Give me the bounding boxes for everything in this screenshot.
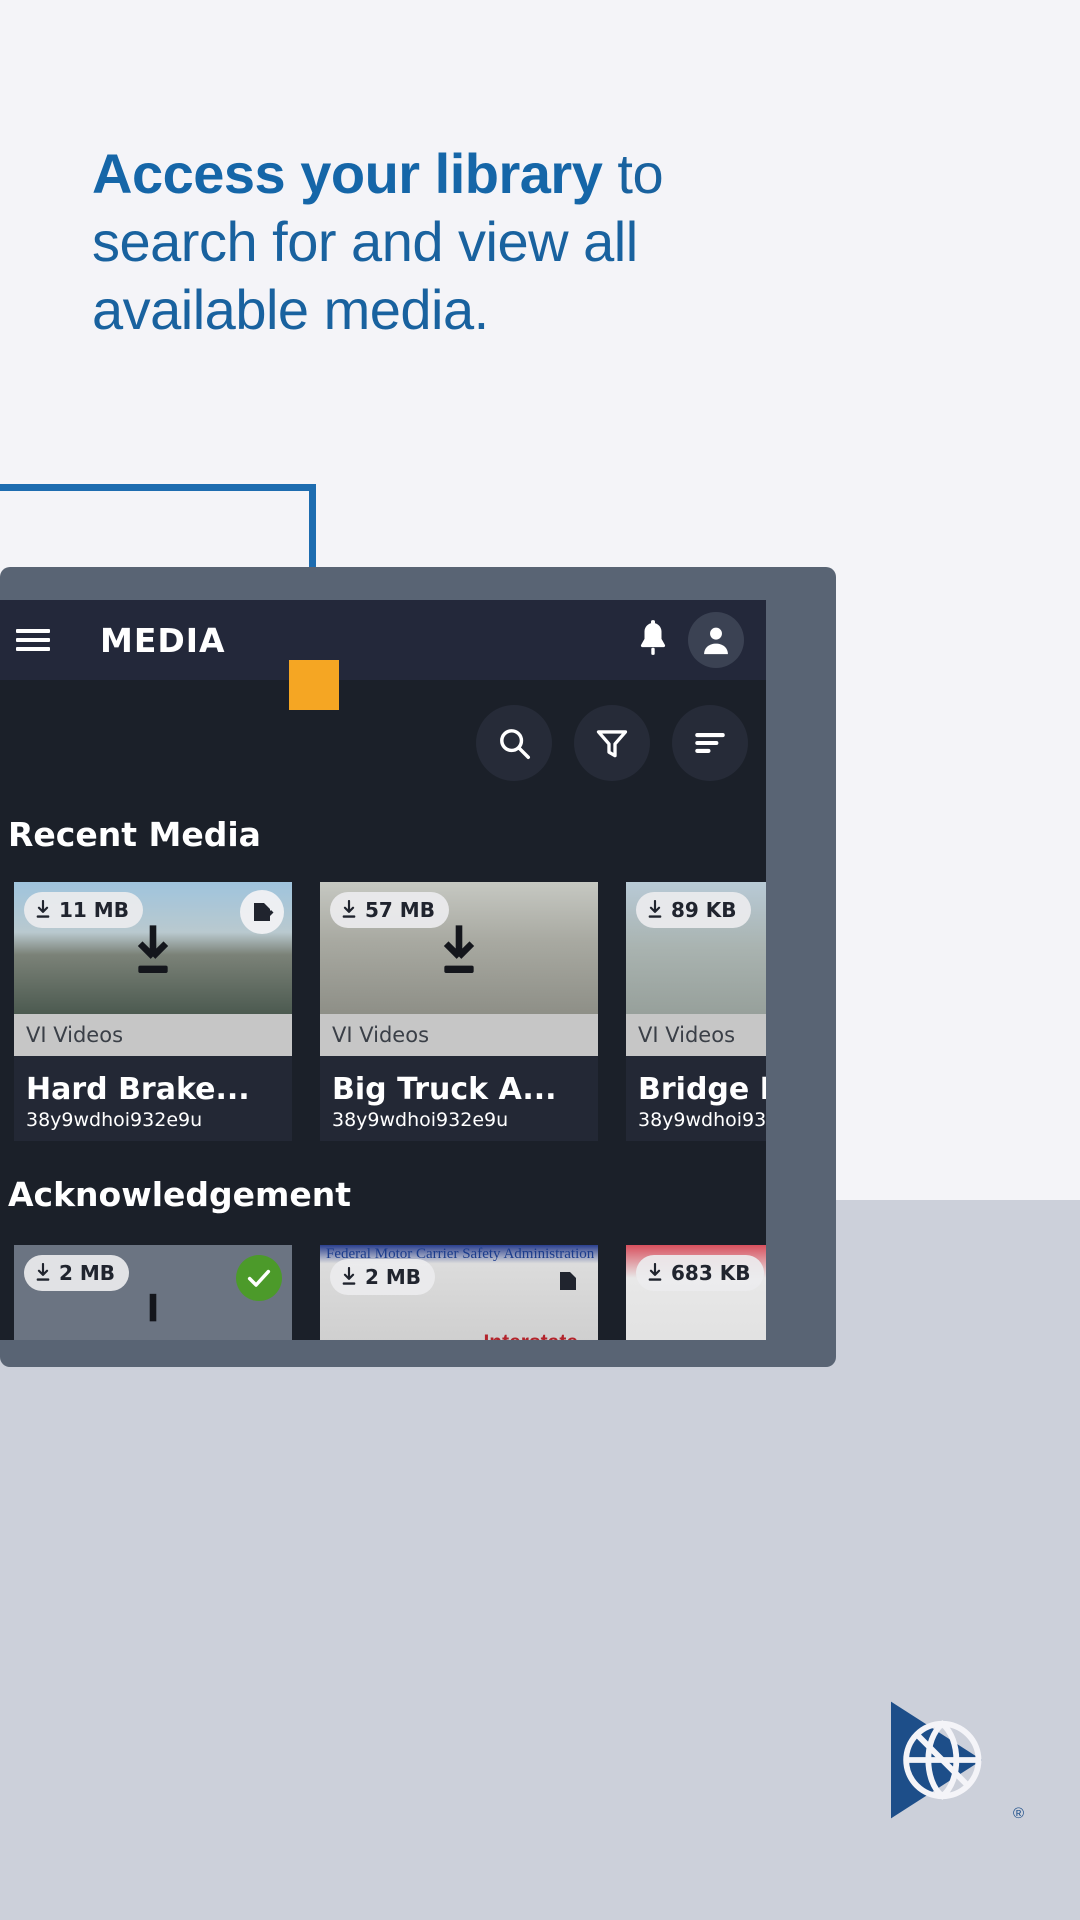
media-card[interactable]: 2 MB bbox=[14, 1245, 292, 1340]
account-avatar-icon[interactable] bbox=[688, 612, 744, 668]
media-subtitle: 38y9wdhoi932e9u bbox=[332, 1109, 509, 1131]
edit-document-icon[interactable] bbox=[240, 890, 284, 934]
page-title: MEDIA bbox=[100, 620, 226, 660]
funnel-filter-icon[interactable] bbox=[574, 705, 650, 781]
file-size-badge: 57 MB bbox=[330, 892, 449, 928]
media-category: VI Videos bbox=[626, 1014, 766, 1056]
page-root: Access your library to search for and vi… bbox=[0, 0, 1080, 1920]
media-card[interactable]: Federal Motor Carrier Safety Administrat… bbox=[320, 1245, 598, 1340]
media-card-body: Big Truck A... 38y9wdhoi932e9u bbox=[320, 1056, 598, 1141]
file-size-label: 683 KB bbox=[671, 1261, 751, 1285]
file-size-badge: 89 KB bbox=[636, 892, 751, 928]
check-circle-icon bbox=[236, 1255, 282, 1301]
registered-mark: ® bbox=[1012, 1805, 1024, 1822]
media-thumbnail: 11 MB bbox=[14, 882, 292, 1014]
file-size-badge: 2 MB bbox=[330, 1259, 436, 1295]
media-thumbnail: Federal Motor Carrier Safety Administrat… bbox=[320, 1245, 598, 1340]
media-thumbnail: 57 MB bbox=[320, 882, 598, 1014]
headline-bold: Access your library bbox=[92, 142, 603, 205]
file-size-label: 57 MB bbox=[365, 898, 435, 922]
search-icon[interactable] bbox=[476, 705, 552, 781]
acknowledgement-row: 2 MB Federal Motor Carrier Safety Admini… bbox=[14, 1245, 766, 1340]
recent-media-row: 11 MB VI Videos Hard Brake... 38y9wdhoi9… bbox=[14, 882, 766, 1141]
page-headline: Access your library to search for and vi… bbox=[92, 140, 752, 344]
app-bar-actions bbox=[636, 612, 766, 668]
media-title: Hard Brake... bbox=[26, 1072, 250, 1107]
download-arrow-overlay bbox=[131, 923, 175, 979]
thumbnail-overlay-label: Interstate bbox=[483, 1331, 578, 1340]
edit-document-icon[interactable] bbox=[546, 1259, 590, 1303]
media-card[interactable]: 57 MB VI Videos Big Truck A... 38y9wdhoi… bbox=[320, 882, 598, 1141]
file-size-label: 11 MB bbox=[59, 898, 129, 922]
media-card[interactable]: 89 KB VI Videos Bridge Fo... 38y9wdhoi93… bbox=[626, 882, 766, 1141]
section-title-acknowledgement: Acknowledgement bbox=[8, 1175, 352, 1214]
section-title-recent: Recent Media bbox=[8, 815, 261, 854]
callout-marker bbox=[289, 660, 339, 710]
media-card-body: Bridge Fo... 38y9wdhoi932 bbox=[626, 1056, 766, 1141]
file-size-badge: 683 KB bbox=[636, 1255, 765, 1291]
media-subtitle: 38y9wdhoi932e9u bbox=[26, 1109, 203, 1131]
media-thumbnail: 683 KB bbox=[626, 1245, 766, 1340]
file-size-label: 2 MB bbox=[59, 1261, 116, 1285]
app-screen: MEDIA Recent Media 11 MB VI Videos Hard … bbox=[0, 600, 766, 1340]
media-title: Bridge Fo... bbox=[638, 1072, 766, 1107]
media-card-body: Hard Brake... 38y9wdhoi932e9u bbox=[14, 1056, 292, 1141]
bell-icon[interactable] bbox=[636, 620, 670, 660]
media-toolbar bbox=[476, 705, 748, 781]
file-size-label: 89 KB bbox=[671, 898, 737, 922]
app-bar: MEDIA bbox=[0, 600, 766, 680]
hamburger-menu-icon[interactable] bbox=[14, 625, 52, 655]
media-card[interactable]: 683 KB bbox=[626, 1245, 766, 1340]
media-card[interactable]: 11 MB VI Videos Hard Brake... 38y9wdhoi9… bbox=[14, 882, 292, 1141]
file-size-badge: 11 MB bbox=[24, 892, 143, 928]
media-category: VI Videos bbox=[320, 1014, 598, 1056]
file-size-badge: 2 MB bbox=[24, 1255, 130, 1291]
callout-connector-horizontal bbox=[0, 484, 316, 491]
download-arrow-overlay bbox=[131, 1286, 175, 1340]
download-arrow-overlay bbox=[437, 923, 481, 979]
file-size-label: 2 MB bbox=[365, 1265, 422, 1289]
media-thumbnail: 89 KB bbox=[626, 882, 766, 1014]
media-subtitle: 38y9wdhoi932 bbox=[638, 1109, 766, 1131]
media-title: Big Truck A... bbox=[332, 1072, 557, 1107]
sort-lines-icon[interactable] bbox=[672, 705, 748, 781]
brand-logo: ® bbox=[870, 1690, 1024, 1830]
media-thumbnail: 2 MB bbox=[14, 1245, 292, 1340]
media-category: VI Videos bbox=[14, 1014, 292, 1056]
